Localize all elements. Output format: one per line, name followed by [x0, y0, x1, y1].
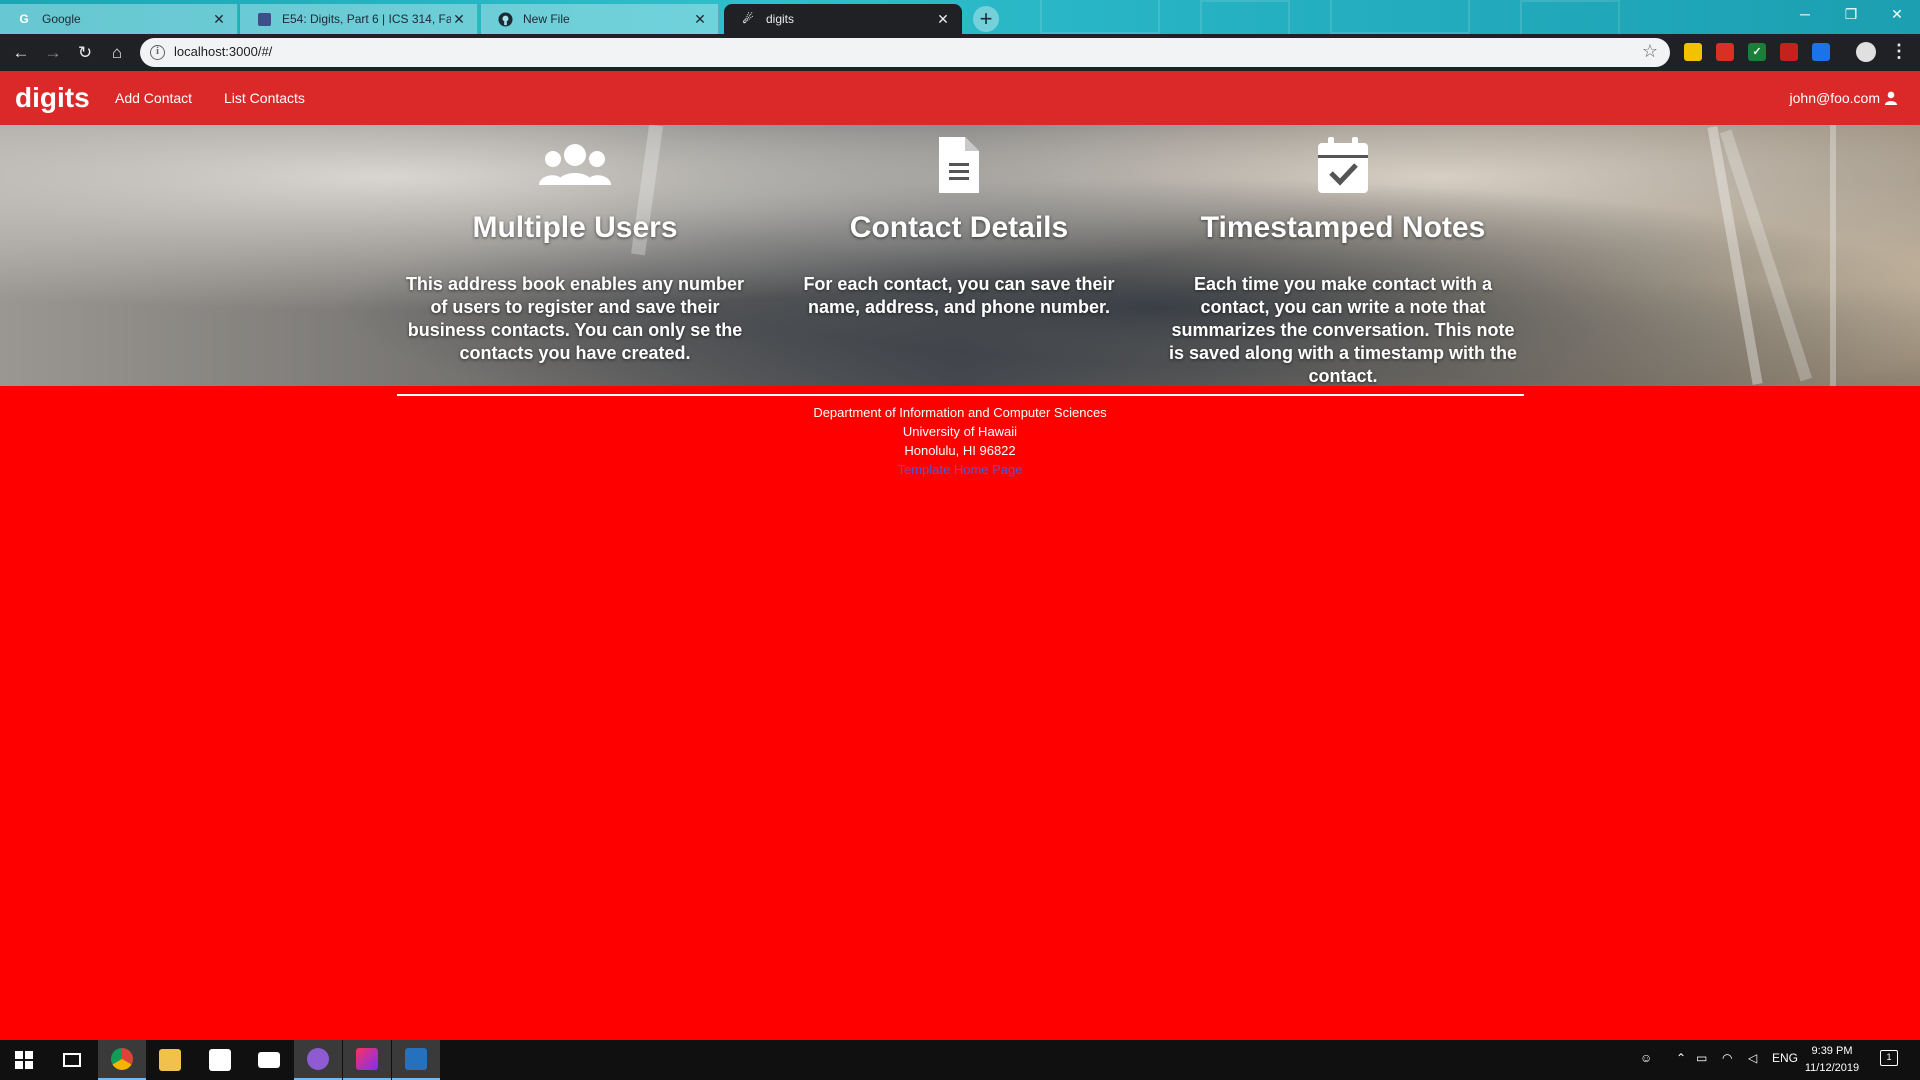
chrome-icon [111, 1048, 133, 1070]
extension-icon[interactable] [1716, 43, 1734, 61]
browser-tab-google[interactable]: G Google ✕ [0, 4, 238, 34]
user-icon [1884, 91, 1898, 105]
folder-icon [159, 1049, 181, 1071]
file-text-icon [939, 137, 979, 193]
home-button[interactable]: ⌂ [106, 42, 128, 64]
windows-taskbar: ☺ ⌃ ▭ ◠ ◁ ENG 9:39 PM 11/12/2019 1 [0, 1040, 1920, 1080]
calendar-check-icon [1318, 137, 1368, 193]
taskbar-chrome[interactable] [98, 1040, 146, 1080]
tab-title: E54: Digits, Part 6 | ICS 314, Fall 2 [282, 12, 451, 26]
profile-avatar[interactable] [1856, 42, 1876, 62]
bookmark-star-icon[interactable]: ☆ [1642, 41, 1658, 62]
taskbar-app-purple[interactable] [294, 1040, 342, 1080]
battery-icon[interactable]: ▭ [1696, 1051, 1707, 1065]
new-tab-button[interactable]: + [973, 6, 999, 32]
github-icon [497, 11, 513, 27]
meteor-icon: ☄ [742, 12, 754, 26]
people-icon[interactable]: ☺ [1640, 1051, 1652, 1065]
reload-button[interactable]: ↻ [74, 42, 96, 64]
tab-title: digits [766, 12, 795, 26]
back-button[interactable]: ← [10, 42, 32, 64]
store-icon [209, 1049, 231, 1071]
footer-line: Department of Information and Computer S… [813, 405, 1107, 420]
task-view-icon [63, 1053, 81, 1067]
google-g-icon: G [19, 12, 29, 26]
task-view-button[interactable] [48, 1040, 96, 1080]
taskbar-powershell[interactable] [392, 1040, 440, 1080]
close-icon[interactable]: ✕ [211, 11, 227, 27]
browser-toolbar: ← → ↻ ⌂ i localhost:3000/#/ ☆ ✓ ⋮ [0, 34, 1920, 71]
close-icon[interactable]: ✕ [451, 11, 467, 27]
start-button[interactable] [0, 1040, 48, 1080]
browser-tab-new-file[interactable]: New File ✕ [481, 4, 719, 34]
feature-title: Multiple Users [472, 211, 678, 244]
url-text[interactable]: localhost:3000/#/ [174, 44, 272, 59]
powershell-icon [405, 1048, 427, 1070]
extension-icon[interactable] [1812, 43, 1830, 61]
browser-tab-digits[interactable]: ☄ digits ✕ [724, 4, 962, 34]
nav-add-contact[interactable]: Add Contact [115, 90, 192, 106]
volume-icon[interactable]: ◁ [1748, 1051, 1757, 1065]
page-icon [256, 11, 272, 27]
feature-timestamped-notes: Timestamped Notes Each time you make con… [1168, 125, 1518, 386]
extension-icon[interactable]: ✓ [1748, 43, 1766, 61]
footer-line: University of Hawaii [902, 424, 1018, 439]
browser-tab-e54[interactable]: E54: Digits, Part 6 | ICS 314, Fall 2 ✕ [240, 4, 478, 34]
address-bar[interactable]: i localhost:3000/#/ ☆ [140, 38, 1670, 67]
restore-button[interactable]: ❐ [1828, 0, 1874, 30]
clock-time: 9:39 PM [1811, 1045, 1853, 1057]
window-close-button[interactable]: ✕ [1874, 0, 1920, 30]
feature-text: Each time you make contact with a contac… [1168, 274, 1518, 386]
brand-link[interactable]: digits [15, 82, 90, 114]
wifi-icon[interactable]: ◠ [1722, 1051, 1732, 1065]
feature-title: Timestamped Notes [1200, 211, 1486, 244]
template-home-link[interactable]: Template Home Page [897, 462, 1022, 477]
notification-center-icon[interactable]: 1 [1880, 1050, 1898, 1066]
feature-contact-details: Contact Details For each contact, you ca… [784, 125, 1134, 319]
feature-multiple-users: Multiple Users This address book enables… [400, 125, 750, 365]
close-icon[interactable]: ✕ [692, 11, 708, 27]
taskbar-file-explorer[interactable] [146, 1040, 194, 1080]
landing-hero: Multiple Users This address book enables… [0, 125, 1920, 386]
browser-tab-strip: G Google ✕ E54: Digits, Part 6 | ICS 314… [0, 0, 1920, 34]
windows-logo-icon [15, 1051, 33, 1069]
footer-line: Honolulu, HI 96822 [904, 443, 1016, 458]
forward-button[interactable]: → [42, 42, 64, 64]
tab-title: Google [42, 12, 81, 26]
tab-title: New File [523, 12, 570, 26]
feature-title: Contact Details [849, 211, 1069, 244]
footer: Department of Information and Computer S… [0, 403, 1920, 479]
users-icon [539, 144, 611, 185]
user-dropdown[interactable]: john@foo.com [1790, 90, 1898, 106]
app-navbar: digits Add Contact List Contacts john@fo… [0, 71, 1920, 125]
taskbar-intellij[interactable] [343, 1040, 391, 1080]
intellij-icon [356, 1048, 378, 1070]
footer-divider [397, 394, 1524, 396]
clock-date: 11/12/2019 [1804, 1062, 1860, 1074]
taskbar-store[interactable] [196, 1040, 244, 1080]
user-email: john@foo.com [1789, 90, 1880, 106]
feature-text: For each contact, you can save their nam… [803, 274, 1115, 317]
app-icon [307, 1048, 329, 1070]
close-icon[interactable]: ✕ [935, 11, 951, 27]
info-icon[interactable]: i [150, 45, 165, 60]
feature-text: This address book enables any number of … [405, 274, 745, 363]
chevron-up-icon[interactable]: ⌃ [1676, 1051, 1686, 1065]
nav-list-contacts[interactable]: List Contacts [224, 90, 305, 106]
browser-menu-icon[interactable]: ⋮ [1890, 41, 1908, 62]
minimize-button[interactable]: ─ [1782, 0, 1828, 30]
system-clock[interactable]: 9:39 PM 11/12/2019 [1796, 1043, 1868, 1077]
taskbar-mail[interactable] [245, 1040, 293, 1080]
extension-icon[interactable] [1684, 43, 1702, 61]
extension-icon[interactable] [1780, 43, 1798, 61]
mail-icon [258, 1052, 280, 1068]
language-indicator[interactable]: ENG [1772, 1051, 1798, 1065]
